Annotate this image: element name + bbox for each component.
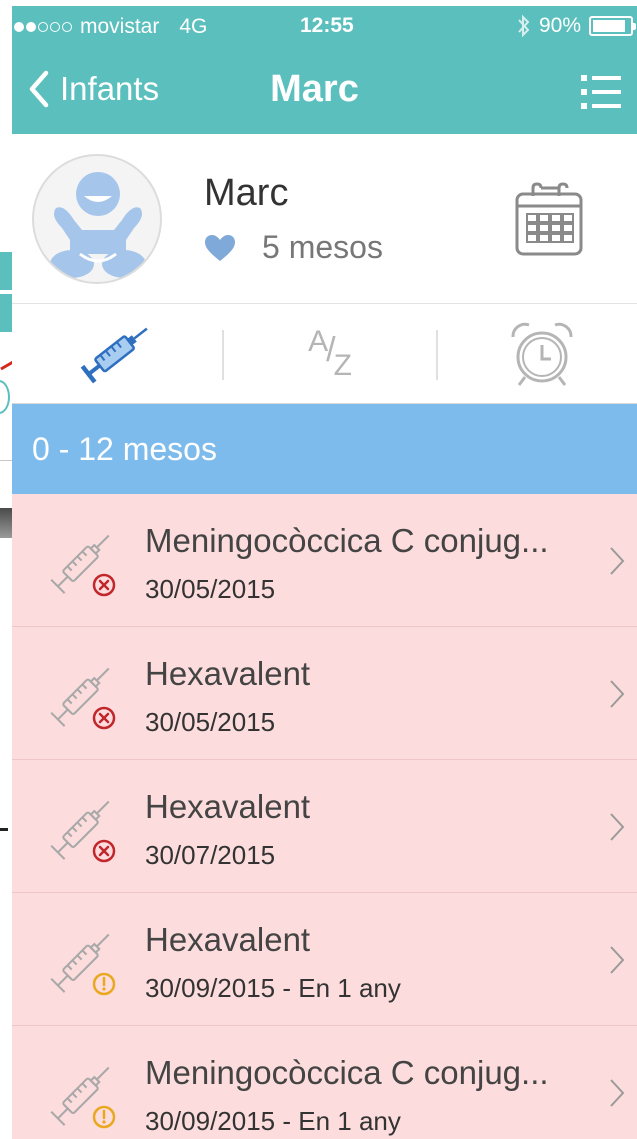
vaccine-name: Meningocòccica C conjug...: [145, 522, 549, 559]
syringe-icon: [50, 534, 116, 597]
list-menu-icon[interactable]: [581, 74, 621, 110]
tab-divider: [222, 330, 224, 380]
x-circle-icon: [92, 573, 116, 597]
nav-bar: Infants Marc: [12, 48, 637, 134]
vaccine-row[interactable]: Meningocòccica C conjug... 30/09/2015 - E…: [12, 1026, 637, 1139]
az-icon: A/Z: [308, 325, 352, 382]
x-circle-icon: [92, 839, 116, 863]
signal-dot: [38, 22, 48, 32]
network-type: 4G: [179, 15, 208, 38]
vaccine-name: Hexavalent: [145, 921, 311, 958]
x-circle-icon: [92, 706, 116, 730]
vaccine-name: Hexavalent: [145, 788, 311, 825]
signal-dot: [50, 22, 60, 32]
chevron-right-icon: [610, 946, 625, 974]
page-title: Marc: [270, 68, 359, 110]
chevron-right-icon: [610, 547, 625, 575]
syringe-icon: [50, 933, 116, 996]
signal-dot: [26, 22, 36, 32]
baby-icon: [50, 172, 146, 278]
vaccine-date: 30/07/2015: [145, 840, 276, 870]
view-tabs: A/Z: [12, 304, 637, 404]
tab-vaccines[interactable]: [12, 304, 220, 404]
vaccine-name: Meningocòccica C conjug...: [145, 1054, 549, 1091]
vaccine-date: 30/09/2015 - En 1 any: [145, 1106, 401, 1136]
child-age-row: 5 mesos: [204, 229, 383, 266]
syringe-icon: [80, 327, 148, 384]
alarm-clock-icon: [511, 322, 573, 386]
age-range-header: 0 - 12 mesos: [12, 404, 637, 494]
vaccine-date: 30/05/2015: [145, 707, 276, 737]
syringe-icon: [50, 1066, 116, 1129]
child-profile: Marc 5 mesos: [12, 134, 637, 304]
status-time: 12:55: [300, 14, 354, 37]
battery-group: 90%: [517, 14, 636, 38]
signal-group: movistar 4G: [14, 15, 207, 39]
child-age: 5 mesos: [262, 229, 383, 265]
child-name: Marc: [204, 172, 289, 214]
vaccine-date: 30/05/2015: [145, 574, 276, 604]
heart-icon: [205, 234, 235, 261]
signal-dot: [62, 22, 72, 32]
vaccine-row[interactable]: Hexavalent 30/09/2015 - En 1 any: [12, 893, 637, 1026]
vaccine-date: 30/09/2015 - En 1 any: [145, 973, 401, 1003]
signal-dot: [14, 22, 24, 32]
syringe-icon: [50, 667, 116, 730]
vaccine-row[interactable]: Hexavalent 30/07/2015: [12, 760, 637, 893]
az-label-z: Z: [333, 349, 352, 382]
calendar-icon[interactable]: [513, 182, 585, 258]
chevron-right-icon: [610, 680, 625, 708]
vaccine-list: Meningocòccica C conjug... 30/05/2015 Hexa…: [12, 494, 637, 1139]
vaccine-name: Hexavalent: [145, 655, 311, 692]
bluetooth-icon: [518, 14, 530, 38]
tab-reminders[interactable]: [438, 304, 637, 404]
exclamation-circle-icon: [92, 972, 116, 996]
chevron-right-icon: [610, 1079, 625, 1107]
tab-alphabetical[interactable]: A/Z: [225, 304, 433, 404]
phone-screen: movistar 4G 12:55 90% Infants Marc Marc …: [12, 6, 637, 1139]
chevron-right-icon: [610, 813, 625, 841]
exclamation-circle-icon: [92, 1105, 116, 1129]
signal-strength-icon: [14, 22, 74, 32]
vaccine-row[interactable]: Meningocòccica C conjug... 30/05/2015: [12, 494, 637, 627]
syringe-icon: [50, 800, 116, 863]
battery-icon: [589, 16, 636, 36]
carrier-name: movistar: [80, 15, 160, 38]
status-bar: movistar 4G 12:55 90%: [12, 6, 637, 48]
background-circle: [0, 380, 10, 414]
az-label-a: A: [308, 325, 328, 358]
background-dash: [0, 828, 8, 831]
battery-level: [593, 20, 626, 32]
vaccine-row[interactable]: Hexavalent 30/05/2015: [12, 627, 637, 760]
avatar: [32, 154, 162, 284]
battery-percent: 90%: [538, 14, 581, 37]
